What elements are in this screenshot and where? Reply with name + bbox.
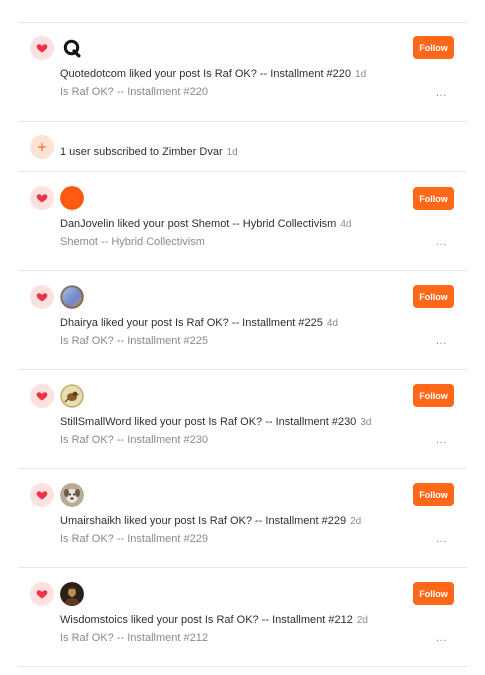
post-title-link[interactable]: Is Raf OK? -- Installment #220 xyxy=(60,86,208,98)
heart-icon xyxy=(30,285,54,309)
notification-message: Umairshaikh liked your post Is Raf OK? -… xyxy=(60,515,362,527)
more-options-button[interactable]: ... xyxy=(436,87,447,99)
post-title-link[interactable]: Is Raf OK? -- Installment #230 xyxy=(60,434,208,446)
subscription-message: 1 user subscribed to Zimber Dvar 1d xyxy=(60,146,238,158)
timestamp: 1d xyxy=(226,147,238,158)
notification-item[interactable]: 1 user subscribed to Zimber Dvar 1d xyxy=(18,122,467,171)
more-options-button[interactable]: ... xyxy=(436,434,447,446)
heart-icon xyxy=(30,483,54,507)
bird-avatar[interactable] xyxy=(60,384,84,408)
notification-message: Quotedotcom liked your post Is Raf OK? -… xyxy=(60,68,367,80)
follow-button[interactable]: Follow xyxy=(413,285,454,308)
more-options-button[interactable]: ... xyxy=(436,335,447,347)
more-options-button[interactable]: ... xyxy=(436,632,447,644)
follow-button[interactable]: Follow xyxy=(413,582,454,605)
follow-button[interactable]: Follow xyxy=(413,187,454,210)
notification-item[interactable]: Dhairya liked your post Is Raf OK? -- In… xyxy=(18,271,467,369)
notification-item[interactable]: Umairshaikh liked your post Is Raf OK? -… xyxy=(18,469,467,567)
timestamp: 2d xyxy=(350,516,362,527)
notification-item[interactable]: Wisdomstoics liked your post Is Raf OK? … xyxy=(18,568,467,666)
plus-icon xyxy=(30,135,54,159)
notification-message: DanJovelin liked your post Shemot -- Hyb… xyxy=(60,218,352,230)
divider xyxy=(18,666,467,667)
heart-icon xyxy=(30,384,54,408)
post-title-link[interactable]: Is Raf OK? -- Installment #225 xyxy=(60,335,208,347)
post-title-link[interactable]: Is Raf OK? -- Installment #229 xyxy=(60,533,208,545)
notification-item[interactable]: StillSmallWord liked your post Is Raf OK… xyxy=(18,370,467,468)
follow-button[interactable]: Follow xyxy=(413,36,454,59)
blue-gradient-avatar[interactable] xyxy=(60,285,84,309)
notification-message: Dhairya liked your post Is Raf OK? -- In… xyxy=(60,317,339,329)
heart-icon xyxy=(30,186,54,210)
notification-item[interactable]: DanJovelin liked your post Shemot -- Hyb… xyxy=(18,172,467,270)
follow-button[interactable]: Follow xyxy=(413,483,454,506)
notification-item[interactable]: Quotedotcom liked your post Is Raf OK? -… xyxy=(18,23,467,121)
more-options-button[interactable]: ... xyxy=(436,236,447,248)
notifications-feed: Quotedotcom liked your post Is Raf OK? -… xyxy=(0,0,485,675)
timestamp: 4d xyxy=(326,318,339,329)
notification-message: Wisdomstoics liked your post Is Raf OK? … xyxy=(60,614,368,626)
more-options-button[interactable]: ... xyxy=(436,533,447,545)
post-title-link[interactable]: Is Raf OK? -- Installment #212 xyxy=(60,632,208,644)
dog-avatar[interactable] xyxy=(60,483,84,507)
portrait-avatar[interactable] xyxy=(60,582,84,606)
timestamp: 2d xyxy=(356,615,368,626)
post-title-link[interactable]: Shemot -- Hybrid Collectivism xyxy=(60,236,205,248)
timestamp: 4d xyxy=(340,219,352,230)
quotedotcom-logo[interactable] xyxy=(60,36,84,60)
heart-icon xyxy=(30,36,54,60)
timestamp: 1d xyxy=(355,69,367,80)
timestamp: 3d xyxy=(360,417,372,428)
heart-icon xyxy=(30,582,54,606)
orange-circle-avatar[interactable] xyxy=(60,186,84,210)
follow-button[interactable]: Follow xyxy=(413,384,454,407)
notification-message: StillSmallWord liked your post Is Raf OK… xyxy=(60,416,372,428)
